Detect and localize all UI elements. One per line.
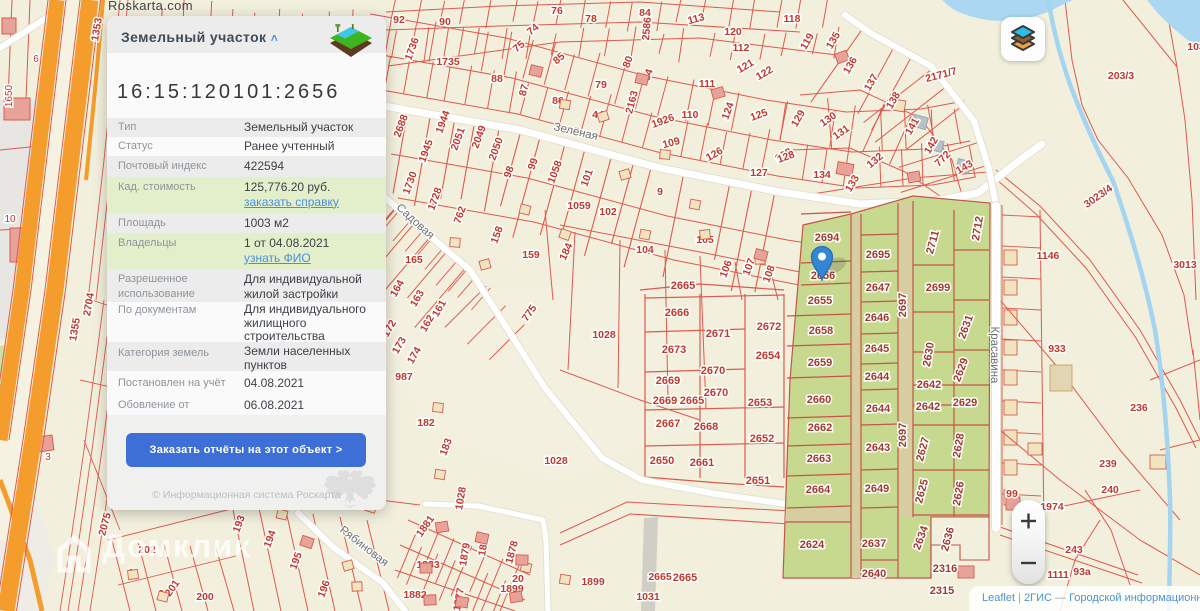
svg-text:2637: 2637	[862, 538, 886, 550]
svg-text:2658: 2658	[809, 325, 833, 337]
svg-text:104: 104	[636, 244, 654, 256]
svg-text:2649: 2649	[865, 483, 889, 495]
svg-text:3013: 3013	[1173, 259, 1197, 271]
svg-text:243: 243	[1065, 544, 1083, 556]
svg-text:2644: 2644	[866, 403, 891, 415]
svg-text:236: 236	[1130, 402, 1148, 414]
svg-text:78: 78	[585, 13, 597, 25]
svg-text:2646: 2646	[865, 312, 889, 324]
svg-text:110: 110	[682, 109, 699, 121]
svg-text:2673: 2673	[662, 344, 686, 356]
svg-text:182: 182	[417, 417, 435, 429]
svg-text:1735: 1735	[436, 56, 460, 68]
svg-text:2697: 2697	[897, 293, 909, 317]
svg-text:2624: 2624	[800, 539, 825, 551]
svg-text:10: 10	[4, 214, 16, 225]
svg-text:118: 118	[784, 13, 801, 25]
svg-text:111: 111	[699, 78, 716, 90]
svg-text:1111: 1111	[1047, 569, 1069, 581]
svg-text:134: 134	[813, 169, 831, 181]
svg-text:2655: 2655	[808, 295, 832, 307]
svg-text:1028: 1028	[544, 455, 568, 467]
svg-text:2699: 2699	[926, 282, 950, 294]
svg-text:1882: 1882	[403, 589, 427, 601]
svg-text:2653: 2653	[748, 397, 772, 409]
svg-text:2669: 2669	[656, 375, 680, 387]
svg-text:2668: 2668	[694, 421, 718, 433]
svg-text:987: 987	[395, 371, 413, 383]
svg-text:92: 92	[393, 14, 405, 26]
svg-text:103: 103	[1187, 41, 1200, 53]
svg-text:2650: 2650	[650, 455, 674, 467]
svg-text:2654: 2654	[756, 350, 781, 362]
svg-text:84: 84	[639, 7, 651, 19]
svg-text:2663: 2663	[807, 453, 831, 465]
svg-text:2670: 2670	[704, 387, 728, 399]
svg-text:2647: 2647	[866, 282, 890, 294]
svg-text:2665: 2665	[673, 572, 697, 584]
svg-text:1031: 1031	[636, 591, 660, 603]
svg-text:2672: 2672	[757, 321, 781, 333]
svg-text:2664: 2664	[806, 484, 831, 496]
svg-text:933: 933	[1048, 343, 1066, 355]
svg-text:79: 79	[595, 79, 607, 91]
svg-text:2695: 2695	[866, 249, 890, 261]
svg-text:2644: 2644	[865, 371, 890, 383]
svg-text:6: 6	[33, 54, 39, 65]
svg-text:1059: 1059	[567, 200, 591, 212]
svg-text:159: 159	[522, 249, 540, 261]
svg-text:112: 112	[733, 42, 750, 54]
svg-text:2670: 2670	[701, 365, 725, 377]
svg-text:2661: 2661	[690, 457, 714, 469]
svg-text:1899: 1899	[581, 576, 605, 588]
svg-text:88: 88	[491, 73, 503, 85]
svg-text:2315: 2315	[930, 585, 954, 597]
svg-text:2651: 2651	[746, 475, 770, 487]
svg-text:165: 165	[405, 254, 423, 266]
svg-text:2665: 2665	[648, 571, 672, 583]
svg-text:2643: 2643	[866, 442, 890, 454]
svg-text:203/3: 203/3	[1108, 70, 1134, 82]
svg-text:2669: 2669	[653, 395, 677, 407]
svg-text:2666: 2666	[665, 307, 689, 319]
svg-text:2642: 2642	[917, 379, 941, 391]
svg-text:2586: 2586	[640, 16, 654, 40]
svg-text:127: 127	[750, 167, 768, 179]
svg-text:2694: 2694	[815, 232, 840, 244]
svg-text:93a: 93a	[1073, 566, 1091, 578]
svg-text:2652: 2652	[750, 433, 774, 445]
svg-text:1028: 1028	[592, 329, 616, 341]
svg-text:2640: 2640	[862, 568, 886, 580]
svg-text:2667: 2667	[656, 418, 680, 430]
svg-text:2659: 2659	[808, 357, 832, 369]
svg-text:240: 240	[1101, 484, 1119, 496]
svg-text:120: 120	[724, 26, 742, 38]
svg-text:1650: 1650	[4, 84, 15, 107]
svg-text:200: 200	[196, 591, 214, 603]
svg-text:2645: 2645	[865, 343, 889, 355]
svg-text:2316: 2316	[933, 563, 957, 575]
svg-text:1146: 1146	[1037, 250, 1060, 262]
svg-text:76: 76	[551, 5, 563, 17]
svg-text:99: 99	[1006, 488, 1018, 500]
svg-text:9: 9	[657, 186, 663, 198]
svg-text:2665: 2665	[671, 280, 695, 292]
svg-text:239: 239	[1099, 458, 1117, 470]
svg-text:2697: 2697	[897, 423, 909, 447]
svg-text:2671: 2671	[706, 328, 730, 340]
svg-text:90: 90	[439, 16, 451, 28]
svg-text:2662: 2662	[808, 422, 832, 434]
svg-text:2642: 2642	[916, 401, 940, 413]
svg-text:3: 3	[45, 452, 51, 463]
svg-text:2629: 2629	[953, 397, 977, 409]
svg-text:Красавина: Красавина	[988, 327, 1000, 385]
svg-text:2660: 2660	[807, 394, 831, 406]
svg-text:2665: 2665	[680, 395, 704, 407]
svg-text:102: 102	[599, 206, 617, 218]
